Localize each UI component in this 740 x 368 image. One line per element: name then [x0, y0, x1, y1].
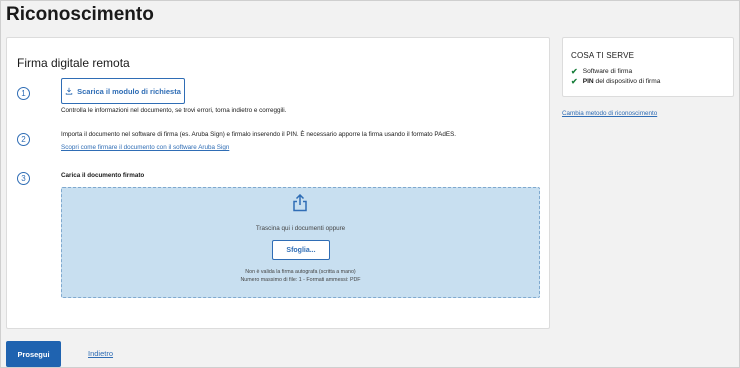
requirement-rest: del dispositivo di firma — [593, 78, 661, 85]
step-number-3: 3 — [17, 172, 30, 185]
step-3-label: Carica il documento firmato — [61, 172, 145, 179]
dropzone-instruction: Trascina qui i documenti oppure — [255, 225, 346, 232]
requirement-label: Software di firma — [582, 68, 633, 75]
change-method-link[interactable]: Cambia metodo di riconoscimento — [562, 110, 657, 117]
download-icon — [65, 87, 73, 95]
requirements-title: COSA TI SERVE — [571, 51, 635, 60]
check-icon: ✔ — [571, 77, 578, 86]
requirement-item: ✔ PIN del dispositivo di firma — [571, 77, 660, 86]
requirement-item: ✔ Software di firma — [571, 67, 632, 76]
download-form-button[interactable]: Scarica il modulo di richiesta — [61, 78, 185, 104]
section-title: Firma digitale remota — [17, 56, 130, 70]
file-dropzone[interactable]: Trascina qui i documenti oppure Sfoglia.… — [61, 187, 540, 298]
page-title: Riconoscimento — [6, 4, 154, 25]
upload-icon — [293, 194, 307, 212]
aruba-sign-guide-link[interactable]: Scopri come firmare il documento con il … — [61, 144, 229, 151]
dropzone-note-signature: Non è valida la firma autografa (scritta… — [245, 269, 356, 275]
continue-button[interactable]: Prosegui — [6, 341, 61, 367]
requirement-label: PIN del dispositivo di firma — [583, 78, 661, 85]
step-number-2: 2 — [17, 133, 30, 146]
step-number-1: 1 — [17, 87, 30, 100]
download-form-label: Scarica il modulo di richiesta — [77, 86, 181, 96]
step-2-text: Importa il documento nel software di fir… — [61, 131, 457, 138]
back-link[interactable]: Indietro — [88, 349, 113, 358]
browse-button[interactable]: Sfoglia... — [272, 240, 330, 260]
dropzone-note-formats: Numero massimo di file: 1 - Formati amme… — [240, 277, 361, 283]
requirement-bold: PIN — [582, 78, 594, 85]
check-icon: ✔ — [571, 67, 578, 76]
requirements-card: COSA TI SERVE ✔ Software di firma ✔ PIN … — [562, 37, 734, 97]
main-card: Firma digitale remota 1 Scarica il modul… — [6, 37, 550, 329]
step-1-text: Controlla le informazioni nel documento,… — [61, 107, 287, 114]
